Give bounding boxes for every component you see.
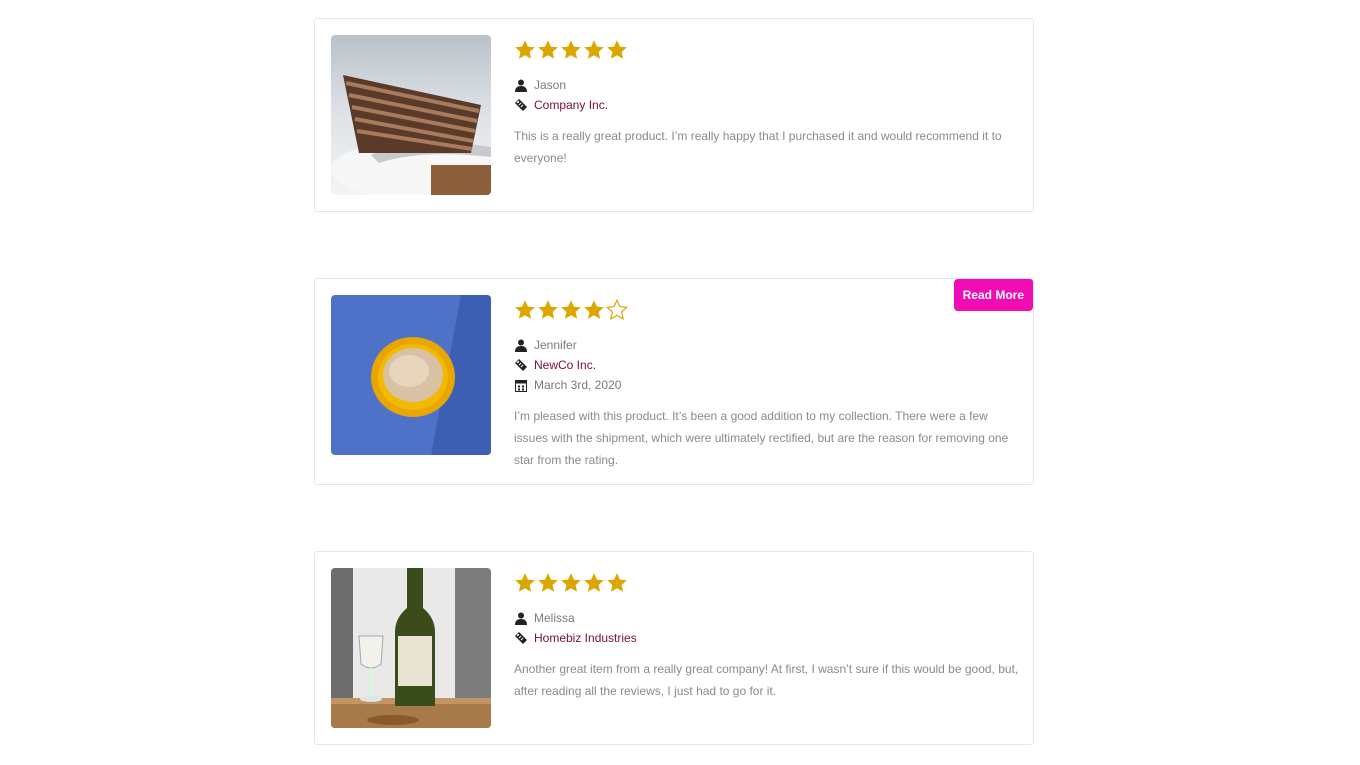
star-filled-icon	[537, 39, 559, 61]
star-filled-icon	[606, 39, 628, 61]
tag-icon	[514, 98, 528, 112]
star-filled-icon	[514, 572, 536, 594]
review-meta: Jason Company Inc.	[514, 75, 1019, 115]
review-content: Melissa Homebiz Industries Another great…	[514, 570, 1019, 702]
star-rating	[514, 297, 1019, 323]
company-row: Homebiz Industries	[514, 628, 1019, 648]
company-link[interactable]: Company Inc.	[534, 95, 608, 115]
star-filled-icon	[537, 572, 559, 594]
star-filled-icon	[537, 299, 559, 321]
review-meta: Jennifer NewCo Inc. March 3rd, 2020	[514, 335, 1019, 395]
user-icon	[514, 78, 528, 92]
review-text: This is a really great product. I’m real…	[514, 129, 1002, 165]
review-author: Jennifer	[534, 338, 577, 352]
star-filled-icon	[560, 572, 582, 594]
read-more-button[interactable]: Read More	[953, 279, 1033, 311]
user-icon	[514, 338, 528, 352]
tag-icon	[514, 631, 528, 645]
star-filled-icon	[606, 572, 628, 594]
tag-icon	[514, 358, 528, 372]
author-row: Jennifer	[514, 335, 1019, 355]
star-filled-icon	[560, 39, 582, 61]
review-meta: Melissa Homebiz Industries	[514, 608, 1019, 648]
review-date: March 3rd, 2020	[534, 378, 622, 392]
calendar-icon	[514, 378, 528, 392]
date-row: March 3rd, 2020	[514, 375, 1019, 395]
star-filled-icon	[514, 39, 536, 61]
review-text: I’m pleased with this product. It’s been…	[514, 409, 1009, 467]
star-filled-icon	[560, 299, 582, 321]
user-icon	[514, 611, 528, 625]
star-filled-icon	[583, 39, 605, 61]
review-card: Jason Company Inc. This is a really grea…	[314, 18, 1034, 212]
star-empty-icon	[606, 299, 628, 321]
review-content: Jason Company Inc. This is a really grea…	[514, 37, 1019, 169]
author-row: Jason	[514, 75, 1019, 95]
reviews-list: Jason Company Inc. This is a really grea…	[0, 0, 1360, 765]
star-rating	[514, 37, 1019, 63]
company-row: Company Inc.	[514, 95, 1019, 115]
author-row: Melissa	[514, 608, 1019, 628]
review-card: Melissa Homebiz Industries Another great…	[314, 551, 1034, 745]
star-rating	[514, 570, 1019, 596]
review-text: Another great item from a really great c…	[514, 662, 1019, 698]
review-image-ice-cream	[331, 295, 491, 455]
review-author: Jason	[534, 78, 567, 92]
star-filled-icon	[514, 299, 536, 321]
review-card: Jennifer NewCo Inc. March 3rd, 2020 I’m …	[314, 278, 1034, 485]
company-row: NewCo Inc.	[514, 355, 1019, 375]
review-author: Melissa	[534, 611, 575, 625]
star-filled-icon	[583, 299, 605, 321]
review-image-wine	[331, 568, 491, 728]
star-filled-icon	[583, 572, 605, 594]
review-content: Jennifer NewCo Inc. March 3rd, 2020 I’m …	[514, 297, 1019, 471]
company-link[interactable]: NewCo Inc.	[534, 355, 596, 375]
company-link[interactable]: Homebiz Industries	[534, 628, 637, 648]
review-image-cake	[331, 35, 491, 195]
